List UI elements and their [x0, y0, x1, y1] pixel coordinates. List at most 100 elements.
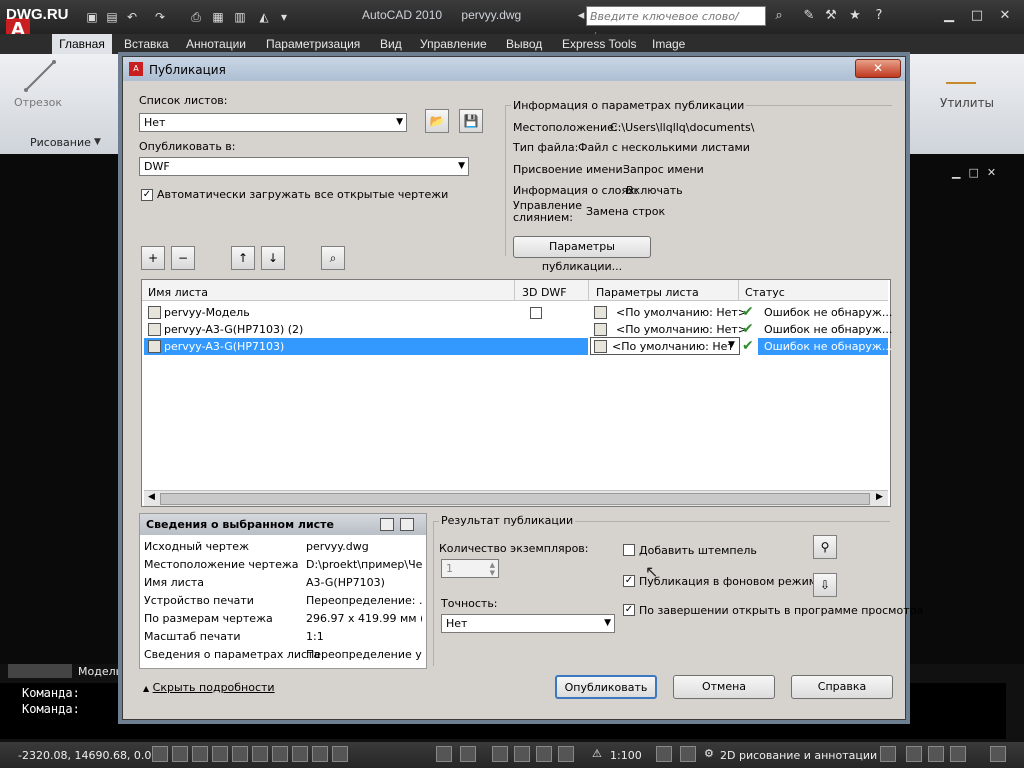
- background-publish-label[interactable]: Публикация в фоновом режиме: [639, 575, 824, 588]
- undo-icon[interactable]: ↶: [124, 10, 140, 24]
- plot-icon[interactable]: ⎙: [188, 10, 204, 24]
- polar-icon[interactable]: [212, 746, 228, 762]
- line-tool-icon[interactable]: [22, 58, 58, 94]
- layout-icon[interactable]: [460, 746, 476, 762]
- page-setup-value[interactable]: <По умолчанию: Нет: [612, 340, 734, 353]
- horizontal-scrollbar[interactable]: ◀ ▶: [144, 490, 888, 506]
- move-down-icon[interactable]: ↓: [261, 246, 285, 270]
- lock-icon[interactable]: [880, 746, 896, 762]
- new-icon[interactable]: ▤: [104, 10, 120, 24]
- model-tab[interactable]: Модель: [78, 665, 122, 678]
- remove-sheets-icon[interactable]: −: [171, 246, 195, 270]
- close-icon[interactable]: ✕: [996, 8, 1014, 24]
- showmotion-icon[interactable]: [558, 746, 574, 762]
- scroll-left-icon[interactable]: ◀: [148, 492, 155, 502]
- move-up-icon[interactable]: ↑: [231, 246, 255, 270]
- preview-icon[interactable]: ⌕: [321, 246, 345, 270]
- cancel-button[interactable]: Отмена: [673, 675, 775, 699]
- auto-scale-icon[interactable]: [680, 746, 696, 762]
- isolate-icon[interactable]: [928, 746, 944, 762]
- workspace-icon[interactable]: ◭: [256, 10, 272, 24]
- pan-icon[interactable]: [492, 746, 508, 762]
- precision-select[interactable]: Нет ▼: [441, 614, 615, 633]
- tab-annotate[interactable]: Аннотации: [186, 37, 246, 51]
- osnap-icon[interactable]: [232, 746, 248, 762]
- coordinates-readout[interactable]: -2320.08, 14690.68, 0.00: [18, 749, 158, 762]
- annotation-scale-icon[interactable]: ⚠: [592, 747, 602, 760]
- hide-details-link[interactable]: ▲ Скрыть подробности: [143, 681, 275, 694]
- tray-icon[interactable]: [950, 746, 966, 762]
- command-line-2[interactable]: Команда:: [22, 702, 80, 716]
- auto-load-label[interactable]: Автоматически загружать все открытые чер…: [157, 188, 448, 201]
- tab-image[interactable]: Image: [652, 37, 685, 51]
- help-icon[interactable]: ?: [870, 8, 888, 24]
- draw-panel-label[interactable]: Рисование: [30, 136, 91, 149]
- details-copy-icon[interactable]: [400, 518, 414, 531]
- dialog-title-bar[interactable]: [123, 57, 905, 81]
- tab-insert[interactable]: Вставка: [124, 37, 169, 51]
- steering-wheel-icon[interactable]: [536, 746, 552, 762]
- chevron-down-icon[interactable]: ▼: [94, 137, 101, 147]
- lineweight-icon[interactable]: [312, 746, 328, 762]
- sheet-icon[interactable]: ▥: [232, 10, 248, 24]
- add-stamp-checkbox[interactable]: [623, 544, 635, 556]
- dialog-close-button[interactable]: ✕: [855, 59, 901, 78]
- column-sheet-name[interactable]: Имя листа: [148, 286, 208, 299]
- redo-icon[interactable]: ↷: [152, 10, 168, 24]
- tab-output[interactable]: Вывод: [506, 37, 542, 51]
- measure-icon[interactable]: [946, 62, 976, 84]
- sheet-list-select[interactable]: Нет ▼: [139, 113, 407, 132]
- tab-manage[interactable]: Управление: [420, 37, 487, 51]
- ortho-icon[interactable]: [192, 746, 208, 762]
- tools-icon[interactable]: ⚒: [822, 8, 840, 24]
- tab-view[interactable]: Вид: [380, 37, 402, 51]
- background-options-icon[interactable]: ⇩: [813, 573, 837, 597]
- save-icon[interactable]: ▣: [84, 10, 100, 24]
- add-stamp-label[interactable]: Добавить штемпель: [639, 544, 757, 557]
- search-input[interactable]: Введите ключевое слово/фразу: [586, 6, 766, 43]
- gear-icon[interactable]: ⚙: [704, 747, 714, 760]
- table-row[interactable]: pervyy-A3-G(HP7103) (2) <По умолчанию: Н…: [144, 321, 892, 338]
- grid-icon[interactable]: [172, 746, 188, 762]
- auto-load-checkbox[interactable]: ✓: [141, 189, 153, 201]
- scroll-right-icon[interactable]: ▶: [876, 492, 883, 502]
- details-view-icon[interactable]: [380, 518, 394, 531]
- dropdown-icon[interactable]: ▾: [276, 10, 292, 24]
- qp-icon[interactable]: [332, 746, 348, 762]
- line-tool-label[interactable]: Отрезок: [14, 96, 62, 109]
- tab-parametric[interactable]: Параметризация: [266, 37, 360, 51]
- background-publish-checkbox[interactable]: ✓: [623, 575, 635, 587]
- column-3d-dwf[interactable]: 3D DWF: [522, 286, 567, 299]
- layout-nav-buttons[interactable]: [8, 664, 72, 678]
- table-row[interactable]: pervyy-Модель <По умолчанию: Нет> ✔ Ошиб…: [144, 304, 892, 321]
- scrollbar-thumb[interactable]: [160, 493, 870, 505]
- column-status[interactable]: Статус: [745, 286, 785, 299]
- ducs-icon[interactable]: [272, 746, 288, 762]
- help-button[interactable]: Справка: [791, 675, 893, 699]
- zoom-icon[interactable]: [514, 746, 530, 762]
- stepper-arrows-icon[interactable]: ▲ ▼: [490, 561, 495, 577]
- communication-icon[interactable]: ✎: [800, 8, 818, 24]
- workspace-switcher[interactable]: 2D рисование и аннотации: [720, 749, 877, 762]
- clean-screen-icon[interactable]: [990, 746, 1006, 762]
- load-sheet-list-button[interactable]: 📂: [425, 109, 449, 133]
- minimize-icon[interactable]: ▁: [940, 8, 958, 24]
- open-viewer-checkbox[interactable]: ✓: [623, 604, 635, 616]
- page-setup-value[interactable]: <По умолчанию: Нет>: [616, 306, 747, 319]
- stamp-settings-icon[interactable]: ⚲: [813, 535, 837, 559]
- publish-options-button[interactable]: Параметры публикации...: [513, 236, 651, 273]
- open-viewer-label[interactable]: По завершении открыть в программе просмо…: [639, 604, 923, 617]
- publish-button[interactable]: Опубликовать: [555, 675, 657, 699]
- add-sheets-icon[interactable]: +: [141, 246, 165, 270]
- 3d-dwf-checkbox[interactable]: [530, 307, 542, 319]
- favorites-icon[interactable]: ★: [846, 8, 864, 24]
- annotation-visibility-icon[interactable]: [656, 746, 672, 762]
- copies-stepper[interactable]: 1 ▲ ▼: [441, 559, 499, 578]
- tab-express-tools[interactable]: Express Tools: [562, 37, 636, 51]
- tab-home[interactable]: Главная: [52, 34, 112, 54]
- utilities-label[interactable]: Утилиты: [940, 96, 994, 110]
- chevron-down-icon[interactable]: ▼: [728, 340, 735, 350]
- binoculars-icon[interactable]: ⌕: [770, 8, 788, 24]
- annotation-scale[interactable]: 1:100: [610, 749, 642, 762]
- hardware-icon[interactable]: [906, 746, 922, 762]
